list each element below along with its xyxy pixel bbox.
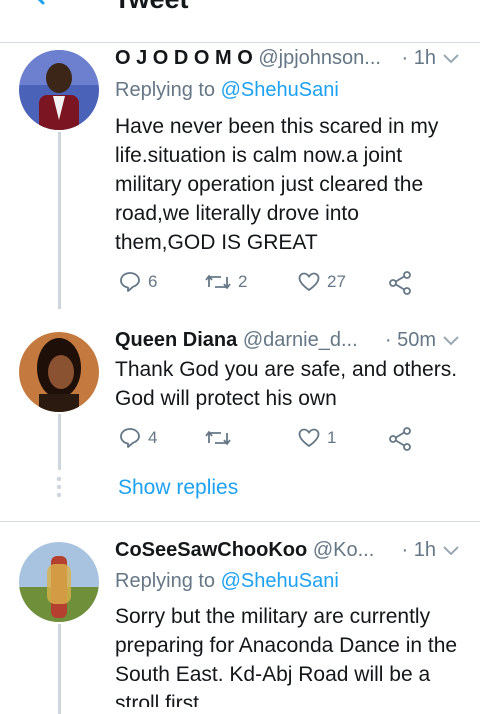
chevron-down-icon[interactable] <box>442 544 460 562</box>
share-icon <box>387 426 413 452</box>
reply-count: 4 <box>148 428 158 447</box>
reply-button[interactable]: 4 <box>118 426 157 450</box>
user-handle[interactable]: @darnie_d... <box>243 329 358 351</box>
mention-link[interactable]: @ShehuSani <box>221 570 339 592</box>
tweet-actions: 4 1 <box>115 426 415 456</box>
tweet-time: · 50m <box>384 329 436 351</box>
thread-line <box>58 624 61 714</box>
tweet-text: Thank God you are safe, and others. God … <box>115 358 458 410</box>
avatar[interactable] <box>19 50 99 130</box>
mention-link[interactable]: @ShehuSani <box>221 79 339 101</box>
like-button[interactable]: 1 <box>297 426 336 450</box>
chevron-down-icon[interactable] <box>442 334 460 352</box>
tweet-text: Sorry but the military are currently pre… <box>115 605 458 707</box>
page-title: Tweet <box>114 0 189 16</box>
tweet-time: · 1h <box>401 539 436 561</box>
tweet-actions: 6 2 27 <box>115 270 415 300</box>
replying-to-label: Replying to <box>115 570 216 592</box>
retweet-count: 2 <box>238 272 248 291</box>
replying-to: Replying to @ShehuSani <box>115 76 339 104</box>
reply-count: 6 <box>148 272 158 291</box>
display-name[interactable]: CoSeeSawChooKoo <box>115 539 307 561</box>
avatar[interactable] <box>19 332 99 412</box>
reply-icon <box>118 426 142 450</box>
tweet-text: Have never been this scared in my life.s… <box>115 115 439 254</box>
like-count: 1 <box>327 428 337 447</box>
replying-to: Replying to @ShehuSani <box>115 567 339 595</box>
retweet-icon <box>204 426 232 450</box>
share-button[interactable] <box>387 426 413 452</box>
reply-icon <box>118 270 142 294</box>
more-dots-icon <box>56 476 62 503</box>
chevron-down-icon[interactable] <box>442 52 460 70</box>
share-icon <box>387 270 413 296</box>
thread-line <box>58 132 61 309</box>
show-replies-link[interactable]: Show replies <box>118 474 238 502</box>
divider <box>0 521 480 522</box>
reply-button[interactable]: 6 <box>118 270 157 294</box>
retweet-button[interactable]: 2 <box>204 270 247 294</box>
like-icon <box>297 426 321 450</box>
replying-to-label: Replying to <box>115 79 216 101</box>
like-count: 27 <box>327 272 346 291</box>
share-button[interactable] <box>387 270 413 296</box>
user-handle[interactable]: @Ko... <box>313 539 374 561</box>
like-icon <box>297 270 321 294</box>
back-arrow-icon[interactable] <box>30 0 58 13</box>
tweet-time: · 1h <box>401 47 436 69</box>
display-name[interactable]: O J O D O M O <box>115 47 253 69</box>
top-bar: Tweet <box>0 0 480 43</box>
retweet-button[interactable] <box>204 426 232 450</box>
thread-line <box>58 414 61 470</box>
retweet-icon <box>204 270 232 294</box>
avatar[interactable] <box>19 542 99 622</box>
user-handle[interactable]: @jpjohnson... <box>258 47 381 69</box>
like-button[interactable]: 27 <box>297 270 346 294</box>
display-name[interactable]: Queen Diana <box>115 329 237 351</box>
